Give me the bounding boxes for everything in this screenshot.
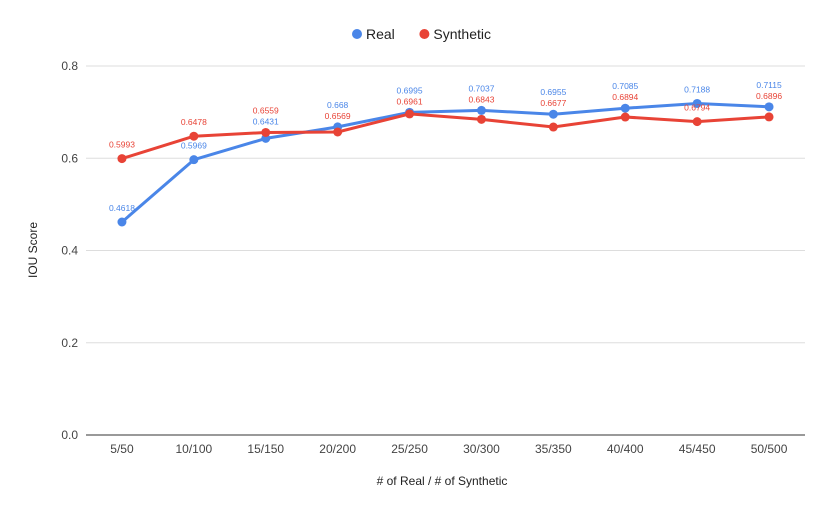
data-label-real: 0.7085 — [612, 81, 638, 91]
x-tick-label: 40/400 — [607, 442, 644, 456]
data-label-real: 0.7037 — [468, 83, 494, 93]
y-axis-ticks: 0.0 0.2 0.4 0.6 0.8 — [61, 59, 78, 442]
x-tick-label: 25/250 — [391, 442, 428, 456]
data-label-synthetic: 0.6478 — [181, 117, 207, 127]
data-label-synthetic: 0.6843 — [468, 94, 494, 104]
legend-label-real: Real — [366, 26, 395, 42]
legend: Real Synthetic — [352, 26, 491, 42]
y-tick-label: 0.2 — [61, 336, 78, 350]
x-tick-label: 45/450 — [679, 442, 716, 456]
data-point-real — [117, 217, 127, 227]
y-tick-label: 0.8 — [61, 59, 78, 73]
legend-label-synthetic: Synthetic — [433, 26, 491, 42]
data-point-synthetic — [333, 127, 343, 137]
x-tick-label: 35/350 — [535, 442, 572, 456]
data-label-real: 0.7115 — [756, 80, 782, 90]
data-point-real — [548, 109, 558, 119]
data-label-real: 0.4618 — [109, 203, 135, 213]
data-point-real — [476, 105, 486, 115]
x-tick-label: 10/100 — [175, 442, 212, 456]
x-tick-label: 15/150 — [247, 442, 284, 456]
data-label-synthetic: 0.6961 — [397, 96, 423, 106]
y-tick-label: 0.0 — [61, 428, 78, 442]
x-tick-label: 30/300 — [463, 442, 500, 456]
x-tick-label: 5/50 — [110, 442, 134, 456]
data-point-synthetic — [261, 127, 271, 137]
line-chart: 0.0 0.2 0.4 0.6 0.8 5/50 10/100 15/150 20/200 25… — [26, 26, 805, 488]
x-axis-title: # of Real / # of Synthetic — [377, 474, 508, 488]
data-point-synthetic — [548, 122, 558, 132]
legend-marker-real — [352, 29, 362, 39]
data-label-real: 0.6955 — [540, 87, 566, 97]
data-label-real: 0.6431 — [253, 116, 279, 126]
data-label-synthetic: 0.6794 — [684, 103, 710, 113]
data-point-real — [620, 103, 630, 113]
data-label-synthetic: 0.6559 — [253, 105, 279, 115]
data-label-real: 0.7188 — [684, 84, 710, 94]
data-point-synthetic — [405, 109, 415, 119]
data-point-real — [764, 102, 774, 112]
data-point-synthetic — [476, 114, 486, 124]
x-axis-ticks: 5/50 10/100 15/150 20/200 25/250 30/300 35/350… — [110, 442, 787, 456]
data-label-real: 0.6995 — [397, 85, 423, 95]
x-tick-label: 20/200 — [319, 442, 356, 456]
data-label-real: 0.5969 — [181, 141, 207, 151]
y-tick-label: 0.4 — [61, 244, 78, 258]
y-tick-label: 0.6 — [61, 151, 78, 165]
data-point-synthetic — [117, 154, 127, 164]
data-label-real: 0.668 — [327, 100, 349, 110]
data-label-synthetic: 0.5993 — [109, 140, 135, 150]
x-tick-label: 50/500 — [751, 442, 788, 456]
data-point-synthetic — [692, 117, 702, 127]
data-label-synthetic: 0.6896 — [756, 91, 782, 101]
data-labels-layer: 0.4618 0.5993 0.5969 0.6478 0.64310.6559 0.66… — [109, 80, 782, 213]
data-label-synthetic: 0.6894 — [612, 92, 638, 102]
series-layer — [117, 98, 774, 227]
data-label-synthetic: 0.6677 — [540, 98, 566, 108]
data-point-synthetic — [620, 112, 630, 122]
data-point-synthetic — [189, 131, 199, 141]
data-point-real — [189, 155, 199, 165]
legend-marker-synthetic — [419, 29, 430, 39]
y-axis-title: IOU Score — [26, 222, 40, 278]
data-point-synthetic — [764, 112, 774, 122]
data-label-synthetic: 0.6569 — [325, 111, 351, 121]
